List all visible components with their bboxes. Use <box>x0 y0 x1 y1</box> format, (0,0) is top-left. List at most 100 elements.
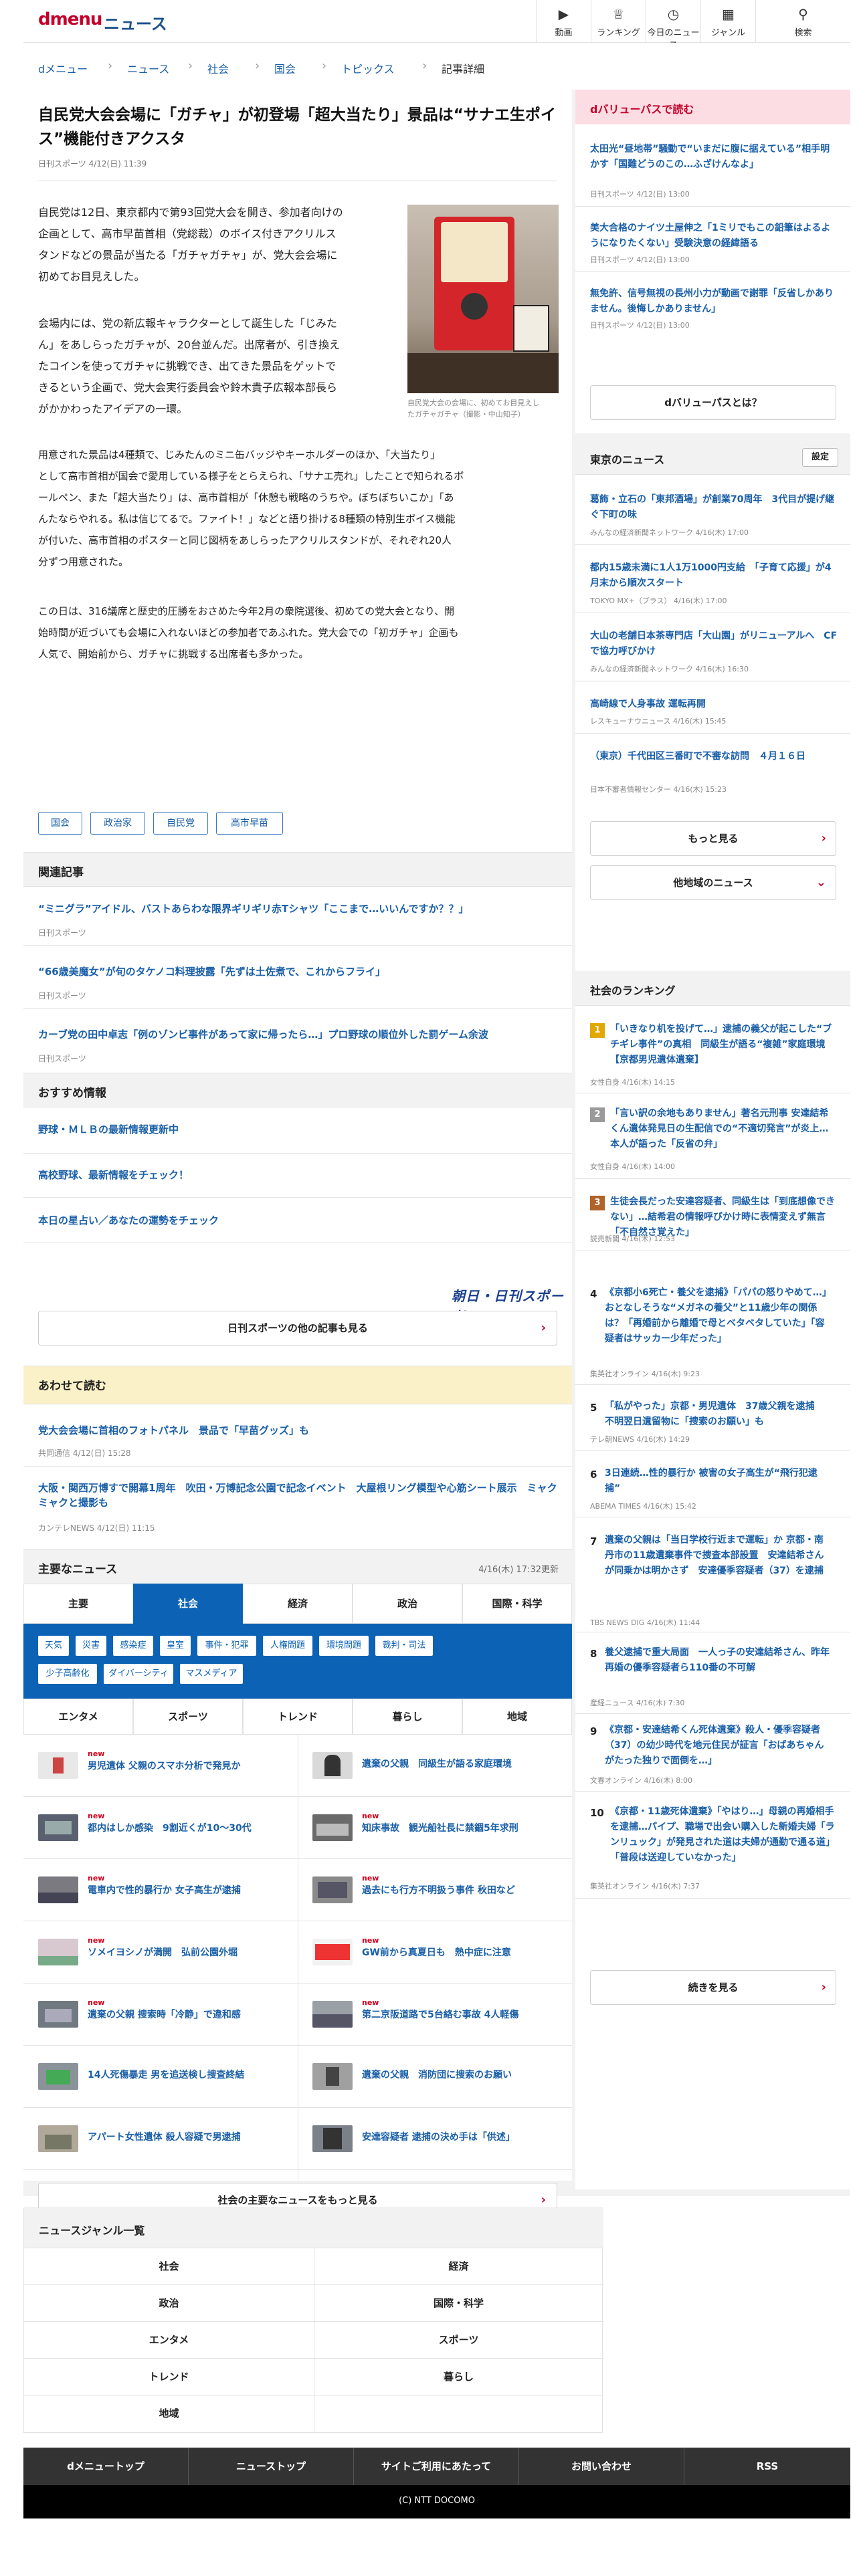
dmenu-logo[interactable]: dmenu <box>38 9 102 29</box>
subcat-environment[interactable]: 環境問題 <box>319 1636 369 1656</box>
subcat-diversity[interactable]: ダイバーシティ <box>104 1664 173 1684</box>
rank-item-title[interactable]: 3日連続…性的暴行か 被害の女子高生が“飛行犯逮捕” <box>605 1466 832 1497</box>
subcat-imperial[interactable]: 皇室 <box>160 1636 191 1656</box>
tokyo-item-title[interactable]: （東京）千代田区三番町で不審な訪問 ４月１６日 <box>590 749 838 764</box>
news-item[interactable]: 遺棄の父親 同級生が語る家庭環境 <box>298 1735 572 1797</box>
subcat-mass-media[interactable]: マスメディア <box>180 1664 243 1684</box>
tokyo-item-title[interactable]: 大山の老舗日本茶専門店「大山園」がリニューアルへ CFで協力呼びかけ <box>590 629 838 659</box>
footer-link-rss[interactable]: RSS <box>684 2448 850 2485</box>
genre-sports[interactable]: スポーツ <box>314 2322 603 2359</box>
tab-trend[interactable]: トレンド <box>243 1699 353 1735</box>
rank-item-title[interactable]: 《京都・安達結希くん死体遺棄》殺人・優季容疑者（37）の幼少時代を地元住民が証言… <box>605 1723 832 1769</box>
other-region-button[interactable]: 他地域のニュース ⌄ <box>590 865 836 900</box>
also-read-title[interactable]: 党大会会場に首相のフォトパネル 景品で「早苗グッズ」も <box>38 1423 560 1438</box>
article-photo[interactable] <box>407 205 559 393</box>
tokyo-item-title[interactable]: 都内15歳未満に1人1万1000円支給 「子育て応援」が4月末から順次スタート <box>590 560 838 591</box>
rank-item-title[interactable]: 《京都小6死亡・養父を逮捕》「パパの怒りやめて…」おとなしそうな“メガネの養父”… <box>605 1285 832 1347</box>
rank-item-title[interactable]: 「私がやった」京都・男児遺体 37歳父親を逮捕 不明翌日遺留物に「捜索のお願い」… <box>605 1399 832 1430</box>
news-item[interactable]: 14人死傷暴走 男を追送検し捜査終結 <box>23 2046 298 2108</box>
tag-kokkai[interactable]: 国会 <box>38 812 82 835</box>
tab-region[interactable]: 地域 <box>462 1699 572 1735</box>
rank-item-title[interactable]: 「言い訳の余地もありません」著名元刑事 安達結希くん遺体発見日の生配信での“不適… <box>610 1106 838 1152</box>
genre-trend[interactable]: トレンド <box>24 2359 314 2395</box>
footer-link-news-top[interactable]: ニューストップ <box>189 2448 354 2485</box>
related-item-title[interactable]: “ミニグラ”アイドル、バストあらわな限界ギリギリ赤Tシャツ「ここまで…いいんです… <box>38 901 560 916</box>
tag-politician[interactable]: 政治家 <box>90 812 145 835</box>
nav-genre[interactable]: ▦ ジャンル <box>700 0 755 43</box>
breadcrumb-item[interactable]: 国会 <box>274 60 296 76</box>
news-item[interactable]: new 第二京阪道路で5台絡む事故 4人軽傷 <box>298 1983 572 2046</box>
nav-today[interactable]: ◷ 今日のニュース <box>646 0 700 51</box>
news-item[interactable]: new GW前から真夏日も 熱中症に注意 <box>298 1921 572 1983</box>
genre-international[interactable]: 国際・科学 <box>314 2285 603 2322</box>
rank-item-title[interactable]: 《京都・11歳死体遺棄》「やはり…」母親の再婚相手を逮捕…パイプ、職場で出会い購… <box>610 1804 838 1866</box>
tokyo-item-title[interactable]: 葛飾・立石の「東邦酒場」が創業70周年 3代目が提げ継ぐ下町の味 <box>590 492 838 523</box>
settings-button[interactable]: 設定 <box>802 448 838 467</box>
tab-international[interactable]: 国際・科学 <box>462 1584 572 1624</box>
recommended-item[interactable]: 高校野球、最新情報をチェック！ <box>38 1168 189 1182</box>
breadcrumb-item[interactable]: dメニュー <box>38 60 88 76</box>
breadcrumb-item[interactable]: トピックス <box>341 60 395 76</box>
news-item[interactable]: new 電車内で性的暴行か 女子高生が逮捕 <box>23 1859 298 1921</box>
subcat-human-rights[interactable]: 人権問題 <box>263 1636 312 1656</box>
news-item[interactable]: new 過去にも行方不明扱う事件 秋田など <box>298 1859 572 1921</box>
tab-sports[interactable]: スポーツ <box>133 1699 243 1735</box>
nikkan-more-button[interactable]: 日刊スポーツの他の記事も見る › <box>38 1311 557 1346</box>
footer-link-dmenu-top[interactable]: dメニュートップ <box>23 2448 189 2485</box>
news-item[interactable]: 安達容疑者 逮捕の決め手は「供述」 <box>298 2108 572 2170</box>
news-item[interactable]: new 都内はしか感染 9割近くが10～30代 <box>23 1797 298 1859</box>
tab-economy[interactable]: 経済 <box>243 1584 353 1624</box>
nav-search[interactable]: ⚲ 検索 <box>755 0 850 43</box>
breadcrumb-item[interactable]: 社会 <box>207 60 229 76</box>
breadcrumb-item[interactable]: ニュース <box>127 60 169 76</box>
recommended-item[interactable]: 野球・ＭＬＢの最新情報更新中 <box>38 1122 179 1136</box>
recommended-item[interactable]: 本日の星占い／あなたの運勢をチェック <box>38 1213 219 1227</box>
dvalue-about-button[interactable]: dバリューパスとは？ <box>590 385 836 420</box>
genre-life[interactable]: 暮らし <box>314 2359 603 2395</box>
subcat-disaster[interactable]: 災害 <box>76 1636 106 1656</box>
subcat-weather[interactable]: 天気 <box>38 1636 69 1656</box>
chevron-right-icon: › <box>821 1980 826 1994</box>
tokyo-more-button[interactable]: もっと見る › <box>590 821 836 856</box>
tab-entertainment[interactable]: エンタメ <box>23 1699 133 1735</box>
news-section-title[interactable]: ニュース <box>104 11 167 34</box>
subcat-crime[interactable]: 事件・犯罪 <box>197 1636 256 1656</box>
dvalue-item-title[interactable]: 無免許、信号無視の長州小力が動画で謝罪「反省しかありません。後悔しかありません」 <box>590 286 838 317</box>
subcat-court[interactable]: 裁判・司法 <box>375 1636 433 1656</box>
dvalue-item-title[interactable]: 美大合格のナイツ土屋伸之「1ミリでもこの鉛筆はよるようになりたくない」受験決意の… <box>590 221 838 251</box>
ranking-more-button[interactable]: 続きを見る › <box>590 1970 836 2005</box>
nav-video[interactable]: ▶ 動画 <box>536 0 591 43</box>
tag-takaichi[interactable]: 高市早苗 <box>216 812 283 835</box>
genre-economy[interactable]: 経済 <box>314 2248 603 2285</box>
tokyo-item-source: TOKYO MX+（プラス） 4/16(木) 17:00 <box>590 597 727 605</box>
news-item[interactable]: new 遺棄の父親 捜索時「冷静」で違和感 <box>23 1983 298 2046</box>
tab-society[interactable]: 社会 <box>133 1584 243 1624</box>
related-item-title[interactable]: “66歳美魔女”が旬のタケノコ料理披露「先ずは土佐煮で、これからフライ」 <box>38 964 560 979</box>
tokyo-item-title[interactable]: 高崎線で人身事故 運転再開 <box>590 697 838 712</box>
news-item[interactable]: アパート女性遺体 殺人容疑で男逮捕 <box>23 2108 298 2170</box>
news-item[interactable]: new ソメイヨシノが満開 弘前公園外堀 <box>23 1921 298 1983</box>
genre-politics[interactable]: 政治 <box>24 2285 314 2322</box>
dvalue-item-title[interactable]: 太田光“昼地帯”騒動で“いまだに腹に据えている”相手明かす「国難どうのこの…ふざ… <box>590 142 838 173</box>
genre-region[interactable]: 地域 <box>24 2395 314 2432</box>
footer-link-terms[interactable]: サイトご利用にあたって <box>354 2448 519 2485</box>
subcat-aging[interactable]: 少子高齢化 <box>38 1664 97 1684</box>
rank-number: 9 <box>590 1725 597 1737</box>
also-read-title[interactable]: 大阪・関西万博すで開幕1周年 吹田・万博記念公園で記念イベント 大屋根リング模型… <box>38 1481 560 1510</box>
tag-ldp[interactable]: 自民党 <box>153 812 208 835</box>
nav-ranking[interactable]: ♕ ランキング <box>591 0 646 43</box>
news-item[interactable]: 遺棄の父親 消防団に捜索のお願い <box>298 2046 572 2108</box>
news-item[interactable]: new 知床事故 観光船社長に禁錮5年求刑 <box>298 1797 572 1859</box>
news-item[interactable]: new 男児遺体 父親のスマホ分析で発見か <box>23 1735 298 1797</box>
subcat-infection[interactable]: 感染症 <box>113 1636 153 1656</box>
rank-item-title[interactable]: 養父逮捕で重大局面 一人っ子の安達結希さん、昨年再婚の優季容疑者ら110番の不可… <box>605 1645 832 1676</box>
tab-politics[interactable]: 政治 <box>353 1584 462 1624</box>
footer-link-contact[interactable]: お問い合わせ <box>519 2448 684 2485</box>
tab-main[interactable]: 主要 <box>23 1584 133 1624</box>
related-item-title[interactable]: カーブ党の田中卓志「例のゾンビ事件があって家に帰ったら…」プロ野球の順位外した罰… <box>38 1027 560 1042</box>
genre-society[interactable]: 社会 <box>24 2248 314 2285</box>
rank-item-title[interactable]: 遺棄の父親は「当日学校行近まで運転」か 京都・南丹市の11歳遺棄事件で捜査本部設… <box>605 1533 832 1579</box>
genre-entertainment[interactable]: エンタメ <box>24 2322 314 2359</box>
rank-item-title[interactable]: 「いきなり机を投げて…」逮捕の義父が起こした“ブチギレ事件”の真相 同級生が語る… <box>610 1022 838 1068</box>
tab-life[interactable]: 暮らし <box>353 1699 462 1735</box>
